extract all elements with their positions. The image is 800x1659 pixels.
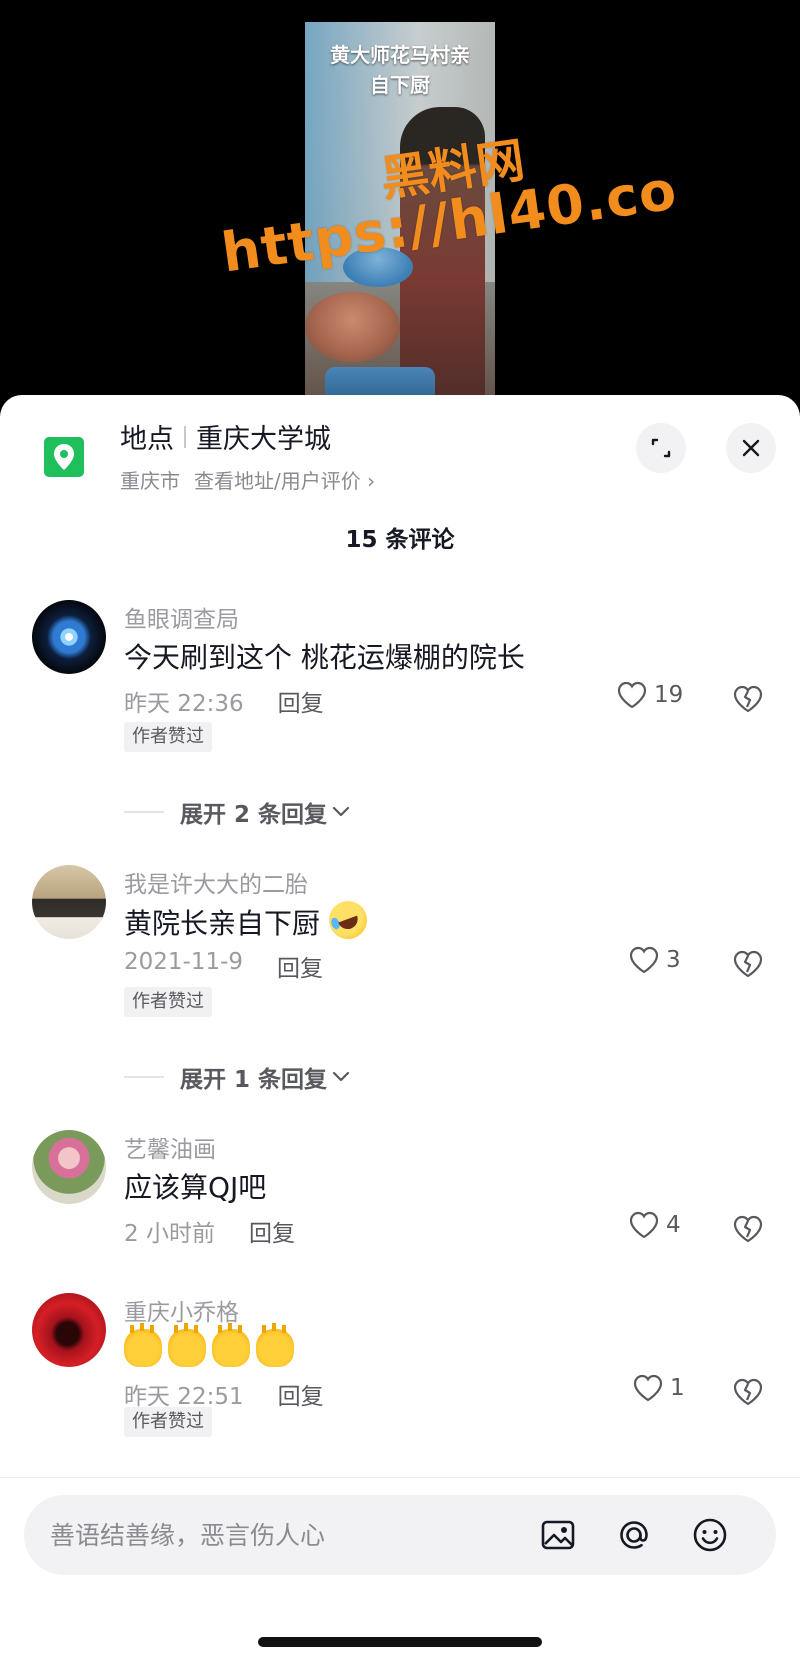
- image-button[interactable]: [536, 1513, 580, 1557]
- comment-time: 昨天 22:36: [124, 691, 244, 717]
- avatar[interactable]: [32, 1130, 106, 1204]
- expand-divider: [124, 811, 164, 813]
- comment-username[interactable]: 鱼眼调查局: [124, 600, 239, 634]
- clapping-hands-icon: [168, 1325, 206, 1367]
- expand-replies-label: 展开 1 条回复: [180, 1067, 328, 1093]
- like-button[interactable]: 19: [616, 680, 683, 710]
- like-count: 19: [654, 682, 684, 708]
- location-pin-icon: [44, 437, 84, 477]
- comment-meta: 2021-11-9 回复: [124, 949, 323, 983]
- heart-icon: [617, 681, 647, 709]
- expand-replies-button[interactable]: 展开 2 条回复: [180, 795, 351, 829]
- heart-icon: [629, 1211, 659, 1239]
- video-caption-line2: 自下厨: [370, 73, 430, 97]
- video-player[interactable]: 黄大师花马村亲 自下厨 黑料网 https://hl40.co: [0, 0, 800, 420]
- comment-sheet: 地点 重庆大学城 重庆市 查看地址/用户评价 › 15 条评论 鱼眼调查局 今天…: [0, 395, 800, 1659]
- expand-replies-button[interactable]: 展开 1 条回复: [180, 1060, 351, 1094]
- at-icon: [620, 1521, 648, 1549]
- dislike-button[interactable]: [732, 1214, 764, 1248]
- close-icon: [742, 439, 760, 457]
- dislike-button[interactable]: [732, 684, 764, 718]
- comment-username[interactable]: 艺馨油画: [124, 1130, 216, 1164]
- comment-input-bar: [24, 1495, 776, 1575]
- location-link[interactable]: 查看地址/用户评价 ›: [194, 465, 375, 494]
- author-liked-badge: 作者赞过: [124, 1407, 212, 1437]
- broken-heart-icon: [733, 950, 763, 978]
- image-icon: [541, 1520, 575, 1550]
- comment-time: 2 小时前: [124, 1221, 215, 1247]
- broken-heart-icon: [733, 685, 763, 713]
- emoji-icon: [693, 1518, 727, 1552]
- location-label: 地点: [120, 424, 174, 455]
- comment-item: 重庆小乔格 昨天 22:51 回复 作者赞过 1: [0, 1293, 800, 1463]
- comment-username[interactable]: 我是许大大的二胎: [124, 865, 308, 899]
- laughing-emoji-icon: [323, 895, 373, 945]
- clapping-hands-icon: [256, 1325, 294, 1367]
- like-button[interactable]: 4: [628, 1210, 681, 1240]
- home-indicator[interactable]: [258, 1637, 542, 1647]
- broken-heart-icon: [733, 1378, 763, 1406]
- clapping-hands-icon: [212, 1325, 250, 1367]
- location-subtitle[interactable]: 重庆市 查看地址/用户评价 ›: [120, 465, 375, 494]
- like-count: 4: [666, 1212, 681, 1238]
- close-button[interactable]: [726, 423, 776, 473]
- author-liked-badge: 作者赞过: [124, 722, 212, 752]
- clapping-hands-icon: [124, 1325, 162, 1367]
- reply-button[interactable]: 回复: [249, 1214, 295, 1248]
- avatar[interactable]: [32, 600, 106, 674]
- video-caption-line1: 黄大师花马村亲: [330, 43, 470, 67]
- like-button[interactable]: 3: [628, 945, 681, 975]
- reply-button[interactable]: 回复: [277, 949, 323, 983]
- input-divider: [0, 1477, 800, 1478]
- like-button[interactable]: 1: [632, 1373, 685, 1403]
- expand-button[interactable]: [636, 423, 686, 473]
- comment-item: 我是许大大的二胎 黄院长亲自下厨 2021-11-9 回复 作者赞过 3: [0, 865, 800, 1035]
- comment-text-body: 黄院长亲自下厨: [124, 907, 321, 940]
- chevron-down-icon: [332, 806, 350, 817]
- heart-icon: [629, 946, 659, 974]
- comment-item: 鱼眼调查局 今天刷到这个 桃花运爆棚的院长 昨天 22:36 回复 作者赞过 1…: [0, 600, 800, 770]
- expand-icon: [651, 438, 671, 458]
- video-cutting-board: [305, 292, 400, 362]
- comment-username[interactable]: 重庆小乔格: [124, 1293, 239, 1327]
- comment-text: [124, 1325, 300, 1368]
- avatar[interactable]: [32, 1293, 106, 1367]
- like-count: 1: [670, 1375, 685, 1401]
- comment-count: 15 条评论: [345, 527, 455, 553]
- comment-meta: 2 小时前 回复: [124, 1214, 295, 1248]
- avatar[interactable]: [32, 865, 106, 939]
- dislike-button[interactable]: [732, 1377, 764, 1411]
- expand-replies-label: 展开 2 条回复: [180, 802, 328, 828]
- chevron-down-icon: [332, 1071, 350, 1082]
- mention-button[interactable]: [612, 1513, 656, 1557]
- location-row[interactable]: 地点 重庆大学城 重庆市 查看地址/用户评价 ›: [0, 395, 800, 495]
- video-caption: 黄大师花马村亲 自下厨: [305, 40, 495, 100]
- like-count: 3: [666, 947, 681, 973]
- reply-button[interactable]: 回复: [278, 684, 324, 718]
- author-liked-badge: 作者赞过: [124, 987, 212, 1017]
- emoji-button[interactable]: [688, 1513, 732, 1557]
- comment-input[interactable]: [50, 1495, 490, 1575]
- location-city: 重庆市: [120, 469, 180, 493]
- comment-meta: 昨天 22:51 回复: [124, 1377, 324, 1411]
- location-separator: [184, 425, 186, 448]
- comment-item: 艺馨油画 应该算QJ吧 2 小时前 回复 4: [0, 1130, 800, 1260]
- broken-heart-icon: [733, 1215, 763, 1243]
- dislike-button[interactable]: [732, 949, 764, 983]
- comment-text: 今天刷到这个 桃花运爆棚的院长: [124, 641, 525, 674]
- location-name: 重庆大学城: [196, 424, 331, 455]
- reply-button[interactable]: 回复: [278, 1377, 324, 1411]
- comment-time: 2021-11-9: [124, 949, 244, 975]
- expand-divider: [124, 1076, 164, 1078]
- location-title[interactable]: 地点 重庆大学城: [120, 417, 331, 456]
- comment-meta: 昨天 22:36 回复: [124, 684, 324, 718]
- comment-text: 应该算QJ吧: [124, 1171, 267, 1204]
- comment-text: 黄院长亲自下厨: [124, 895, 373, 945]
- comment-time: 昨天 22:51: [124, 1384, 244, 1410]
- heart-icon: [633, 1374, 663, 1402]
